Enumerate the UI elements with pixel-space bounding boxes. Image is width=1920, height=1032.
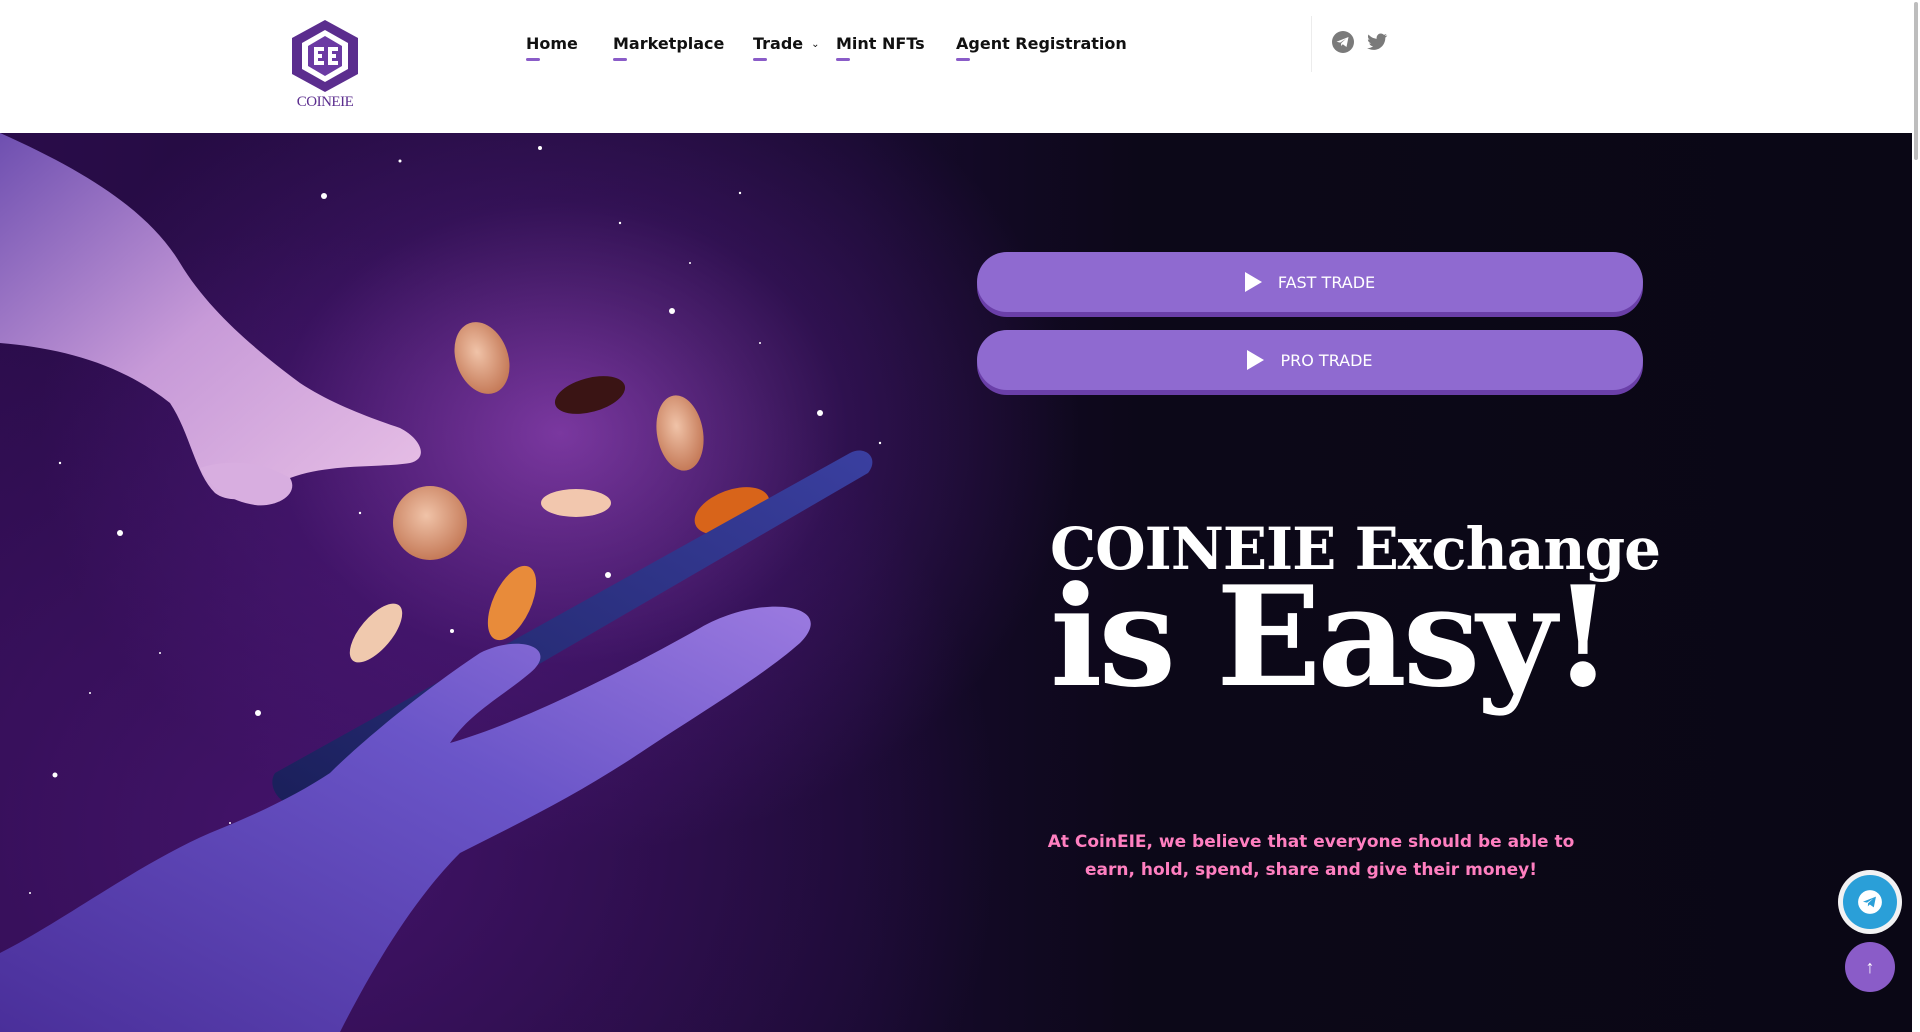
- scroll-top-button[interactable]: ↑: [1845, 942, 1895, 992]
- play-icon: [1247, 350, 1265, 370]
- nav-underline: [836, 58, 850, 61]
- nav-underline: [613, 58, 627, 61]
- play-icon: [1244, 272, 1262, 292]
- nav-underline: [956, 58, 970, 61]
- pro-trade-button[interactable]: PRO TRADE: [977, 330, 1643, 390]
- twitter-icon[interactable]: [1365, 30, 1391, 56]
- nav-home[interactable]: Home: [526, 34, 578, 61]
- hero-headline-line2: is Easy!: [1050, 555, 1613, 718]
- hero-tagline: At CoinEIE, we believe that everyone sho…: [1047, 832, 1575, 880]
- nav-underline: [526, 58, 540, 61]
- pro-trade-label: PRO TRADE: [1280, 350, 1373, 370]
- nav-marketplace[interactable]: Marketplace: [613, 34, 725, 61]
- nav-mint-nfts[interactable]: Mint NFTs: [836, 34, 925, 61]
- hero-section: FAST TRADE PRO TRADE COINEIE Exchange is…: [0, 133, 1912, 1032]
- logo-wordmark: COINEIE: [296, 94, 354, 110]
- page-scrollbar[interactable]: [1912, 0, 1920, 1032]
- fast-trade-label: FAST TRADE: [1277, 272, 1376, 292]
- nav-trade-label: Trade: [753, 34, 804, 53]
- nav-agent-registration-label: Agent Registration: [956, 34, 1127, 53]
- nav-agent-registration[interactable]: Agent Registration: [956, 34, 1127, 61]
- chevron-down-icon: ⌄: [811, 39, 820, 50]
- fast-trade-button[interactable]: FAST TRADE: [977, 252, 1643, 312]
- nav-home-label: Home: [526, 34, 578, 53]
- telegram-icon[interactable]: [1331, 30, 1357, 56]
- nav-mint-nfts-label: Mint NFTs: [836, 34, 925, 53]
- site-header: COINEIE Home Marketplace Trade ⌄ Mint NFT…: [0, 0, 1920, 133]
- scrollbar-thumb[interactable]: [1914, 2, 1918, 160]
- floating-telegram-button[interactable]: [1843, 875, 1897, 929]
- logo-mark-icon: [292, 20, 358, 92]
- hero-illustration: [0, 133, 882, 1032]
- nav-marketplace-label: Marketplace: [613, 34, 725, 53]
- header-divider: [1311, 16, 1312, 72]
- arrow-up-icon: ↑: [1865, 956, 1875, 977]
- nav-trade[interactable]: Trade ⌄: [753, 34, 820, 61]
- telegram-icon: [1858, 890, 1882, 914]
- nav-underline: [753, 58, 767, 61]
- coineie-logo[interactable]: COINEIE: [288, 18, 368, 118]
